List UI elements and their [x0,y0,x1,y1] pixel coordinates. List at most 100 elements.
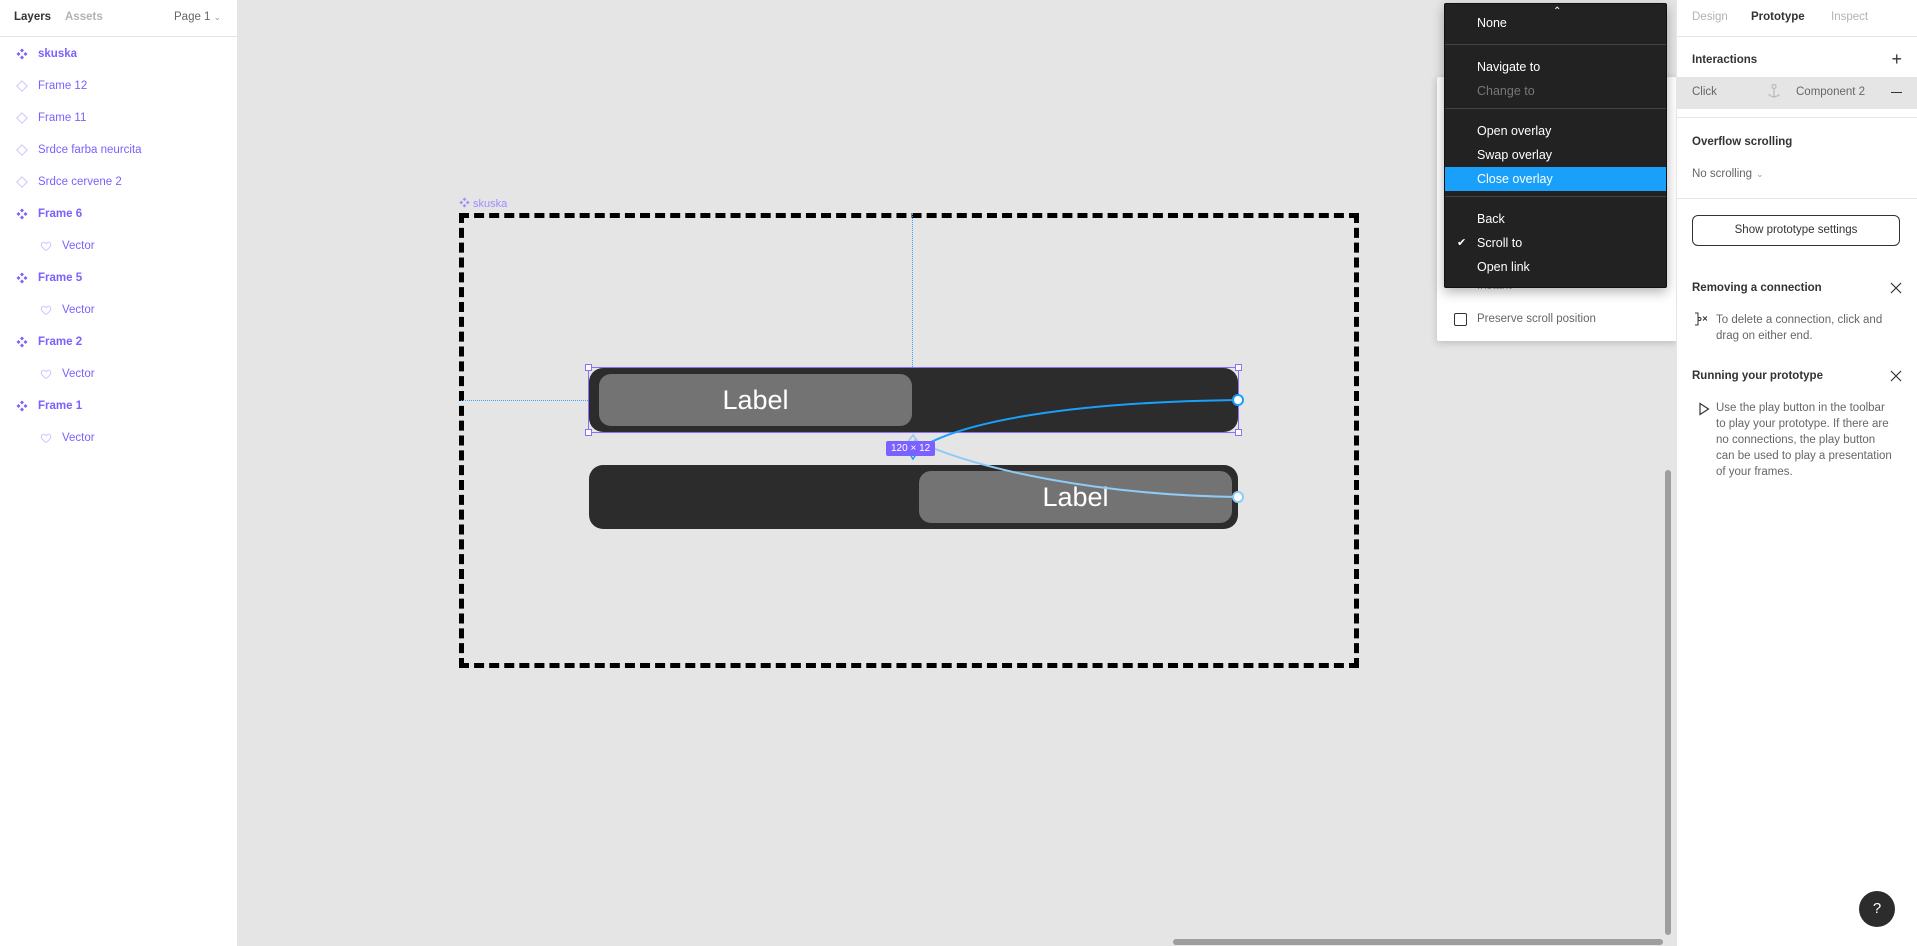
chevron-down-icon: ⌄ [213,12,221,22]
help-button[interactable]: ? [1859,891,1895,927]
close-icon[interactable] [1890,370,1902,382]
overflow-scrolling-select[interactable]: No scrolling ⌄ [1692,168,1764,180]
interaction-row[interactable]: Click Component 2 [1677,77,1917,109]
preserve-scroll-checkbox[interactable] [1454,313,1467,326]
running-prototype-title: Running your prototype [1692,370,1823,382]
tab-inspect[interactable]: Inspect [1831,11,1868,23]
layer-name: Vector [62,240,95,252]
menu-item-label: Close overlay [1477,172,1553,186]
component-icon [16,48,28,60]
layers-panel: Layers Assets Page 1 ⌄ skuska Frame 12 Fram… [0,0,238,946]
menu-item-label: Swap overlay [1477,148,1553,162]
show-prototype-settings-button[interactable]: Show prototype settings [1692,215,1900,246]
preserve-scroll-label: Preserve scroll position [1477,313,1596,325]
instance-icon [16,80,28,92]
layer-item[interactable]: Vector [0,365,238,385]
overflow-value: No scrolling [1692,168,1753,180]
layer-item[interactable]: Frame 11 [0,109,238,129]
layer-item[interactable]: Srdce farba neurcita [0,141,238,161]
layer-item[interactable]: Vector [0,429,238,449]
menu-item-label: Open overlay [1477,124,1552,138]
layer-name: Frame 2 [38,336,83,348]
interactions-title: Interactions [1692,54,1758,66]
layer-item[interactable]: Srdce cervene 2 [0,173,238,193]
menu-item-close-overlay[interactable]: Close overlay [1445,167,1666,191]
spacing-guide-vertical [912,213,913,367]
layer-name: Srdce cervene 2 [38,176,122,188]
knob-label: Label [722,385,789,415]
menu-item-label: Open link [1477,260,1530,274]
layer-name: Vector [62,368,95,380]
anchor-icon [1768,83,1780,98]
menu-separator [1445,196,1666,197]
layer-name: Frame 12 [38,80,88,92]
menu-item-open-link[interactable]: Open link [1445,255,1666,279]
menu-item-navigate-to[interactable]: Navigate to [1445,55,1666,79]
page-selector-label: Page 1 [174,11,211,23]
menu-separator [1445,108,1666,109]
horizontal-scrollbar[interactable] [1173,939,1663,945]
layer-item[interactable]: Vector [0,301,238,321]
remove-interaction-minus-icon[interactable] [1891,92,1902,93]
layer-name: Vector [62,432,95,444]
overflow-scrolling-title: Overflow scrolling [1692,136,1793,148]
menu-item-label: Back [1477,212,1505,226]
layer-name: Frame 11 [38,112,87,124]
menu-item-back[interactable]: Back [1445,207,1666,231]
layer-name: Frame 1 [38,400,83,412]
layer-name: Vector [62,304,95,316]
layer-name: Srdce farba neurcita [38,144,142,156]
divider [1677,360,1917,361]
component-icon [16,400,28,412]
layer-item[interactable]: Frame 6 [0,205,238,225]
frame-name-label: skuska [473,198,508,210]
resize-handle[interactable] [1235,364,1242,371]
menu-item-scroll-to[interactable]: ✔ Scroll to [1445,231,1666,255]
tab-assets[interactable]: Assets [65,11,103,23]
resize-handle[interactable] [1235,429,1242,436]
interaction-destination: Component 2 [1796,86,1866,98]
menu-item-open-overlay[interactable]: Open overlay [1445,119,1666,143]
layer-item[interactable]: skuska [0,45,238,65]
layer-item[interactable]: Vector [0,237,238,257]
checkmark-icon: ✔ [1457,237,1467,249]
page-selector[interactable]: Page 1 ⌄ [174,11,221,23]
layer-item[interactable]: Frame 2 [0,333,238,353]
component-icon [16,336,28,348]
component-icon [16,272,28,284]
instance-icon [16,176,28,188]
toggle-variant-2[interactable]: Label [589,465,1238,529]
instance-icon [16,144,28,156]
vector-heart-icon [40,369,52,380]
knob-label: Label [1042,482,1109,512]
toggle-knob: Label [919,471,1232,523]
running-prototype-text: Use the play button in the toolbar to pl… [1716,402,1892,478]
layer-name: Frame 5 [38,272,83,284]
component-icon [459,197,470,208]
resize-handle[interactable] [585,364,592,371]
layer-item[interactable]: Frame 5 [0,269,238,289]
spacing-guide-horizontal [461,400,588,401]
toggle-variant-1[interactable]: Label [589,368,1238,432]
layer-name: skuska [38,48,78,60]
vertical-scrollbar[interactable] [1665,470,1671,935]
menu-item-none[interactable]: None [1445,11,1666,35]
properties-panel: Design Prototype Inspect Interactions + … [1676,0,1917,946]
disconnect-connection-icon [1695,312,1708,326]
menu-separator [1445,44,1666,45]
layer-item[interactable]: Frame 12 [0,77,238,97]
resize-handle[interactable] [585,429,592,436]
action-dropdown-menu: ⌃ None Navigate to Change to Open overlay Sw… [1444,3,1667,288]
tab-layers[interactable]: Layers [14,11,51,23]
add-interaction-plus-icon[interactable]: + [1891,50,1902,68]
menu-item-swap-overlay[interactable]: Swap overlay [1445,143,1666,167]
properties-tabs: Design Prototype Inspect [1677,0,1917,37]
tab-design[interactable]: Design [1692,11,1728,23]
frame-name-tag[interactable]: skuska [459,197,507,210]
interaction-trigger: Click [1692,86,1717,98]
tab-prototype[interactable]: Prototype [1751,11,1805,23]
close-icon[interactable] [1890,282,1902,294]
layer-item[interactable]: Frame 1 [0,397,238,417]
removing-connection-text: To delete a connection, click and drag o… [1716,314,1883,342]
figma-app: Layers Assets Page 1 ⌄ skuska Frame 12 Fram… [0,0,1917,946]
